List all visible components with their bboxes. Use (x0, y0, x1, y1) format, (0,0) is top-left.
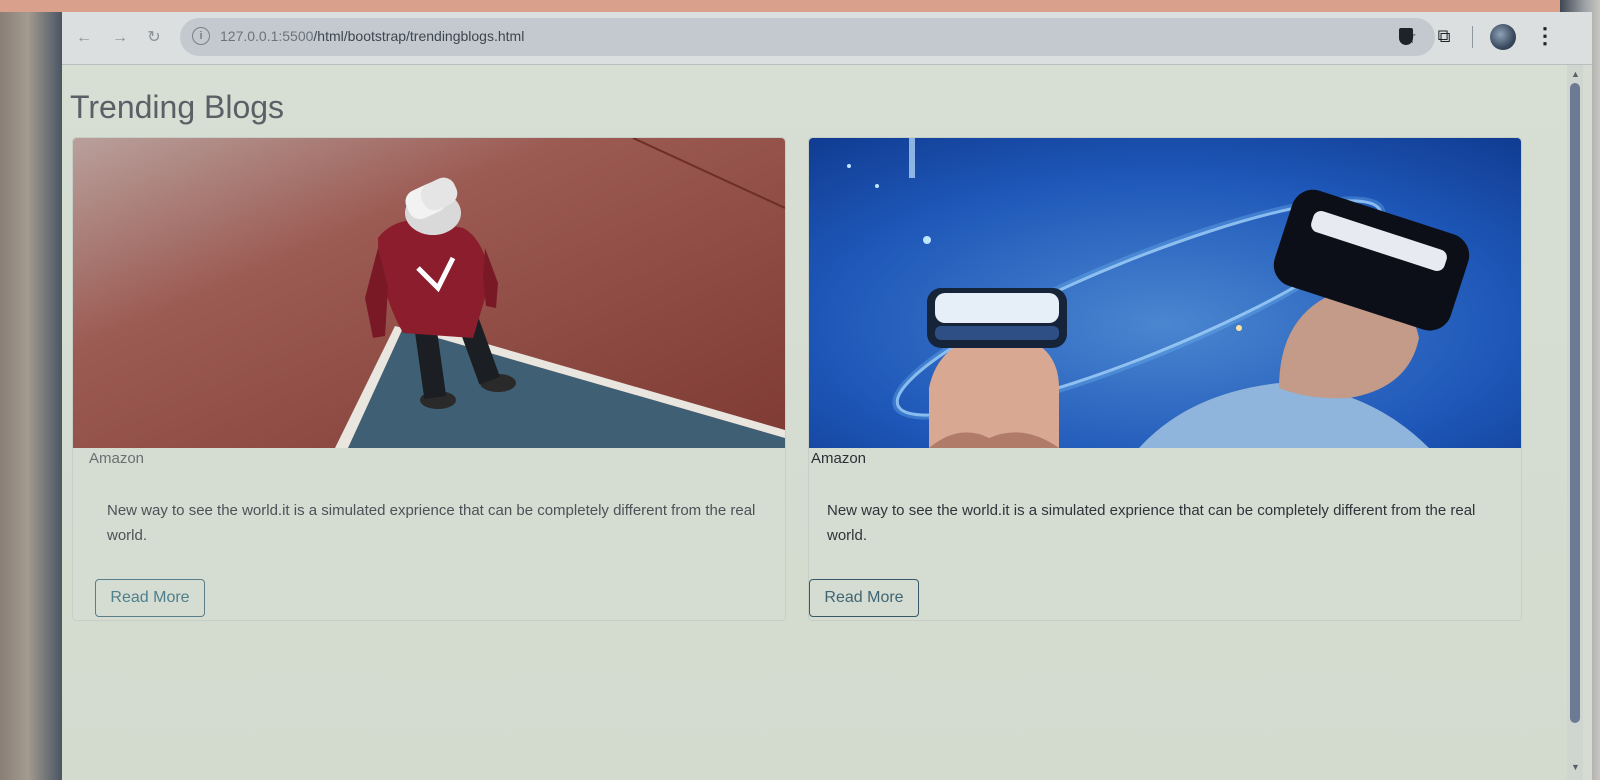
blog-card: Amazon New way to see the world.it is a … (808, 137, 1522, 621)
card-source: Amazon (811, 450, 867, 467)
blog-card-image (73, 138, 785, 448)
scrollbar-thumb[interactable] (1570, 83, 1580, 723)
read-more-button[interactable]: Read More (809, 579, 919, 617)
url-path: /html/bootstrap/trendingblogs.html (313, 28, 525, 44)
site-info-icon[interactable]: i (192, 27, 210, 45)
card-text: New way to see the world.it is a simulat… (827, 502, 1476, 544)
laptop-bezel-top (0, 0, 1600, 12)
card-source: Amazon (89, 450, 145, 467)
url-host: 127.0.0.1:5500 (220, 28, 314, 44)
shield-extension-icon[interactable] (1399, 28, 1413, 45)
address-bar[interactable]: i 127.0.0.1:5500/html/bootstrap/trending… (180, 18, 1435, 56)
url-text[interactable]: 127.0.0.1:5500/html/bootstrap/trendingbl… (220, 28, 524, 44)
read-more-button[interactable]: Read More (95, 579, 205, 617)
page-content: Trending Blogs Amazon New way to see the… (62, 65, 1567, 780)
forward-arrow-icon[interactable]: → (108, 26, 132, 50)
profile-avatar[interactable] (1490, 24, 1516, 50)
page-title: Trending Blogs (70, 89, 285, 125)
vr-court-photo (73, 138, 785, 448)
blog-card: Amazon New way to see the world.it is a … (72, 137, 786, 621)
scroll-down-arrow-icon[interactable]: ▼ (1571, 762, 1580, 772)
reload-icon[interactable]: ↻ (142, 26, 166, 50)
extensions-puzzle-icon[interactable]: ⧉ (1434, 26, 1454, 46)
card-text: New way to see the world.it is a simulat… (107, 502, 756, 544)
browser-window: ← → ↻ i 127.0.0.1:5500/html/bootstrap/tr… (62, 12, 1592, 780)
laptop-bezel-left (0, 0, 70, 780)
scroll-up-arrow-icon[interactable]: ▲ (1571, 69, 1580, 79)
vr-headset-photo (809, 138, 1521, 448)
browser-menu-icon[interactable]: ⋮ (1534, 23, 1556, 49)
vertical-scrollbar[interactable]: ▲ ▼ (1567, 65, 1583, 780)
blog-card-image (809, 138, 1521, 448)
back-arrow-icon[interactable]: ← (72, 26, 96, 50)
browser-toolbar: ← → ↻ i 127.0.0.1:5500/html/bootstrap/tr… (62, 12, 1592, 65)
toolbar-divider (1472, 26, 1473, 48)
